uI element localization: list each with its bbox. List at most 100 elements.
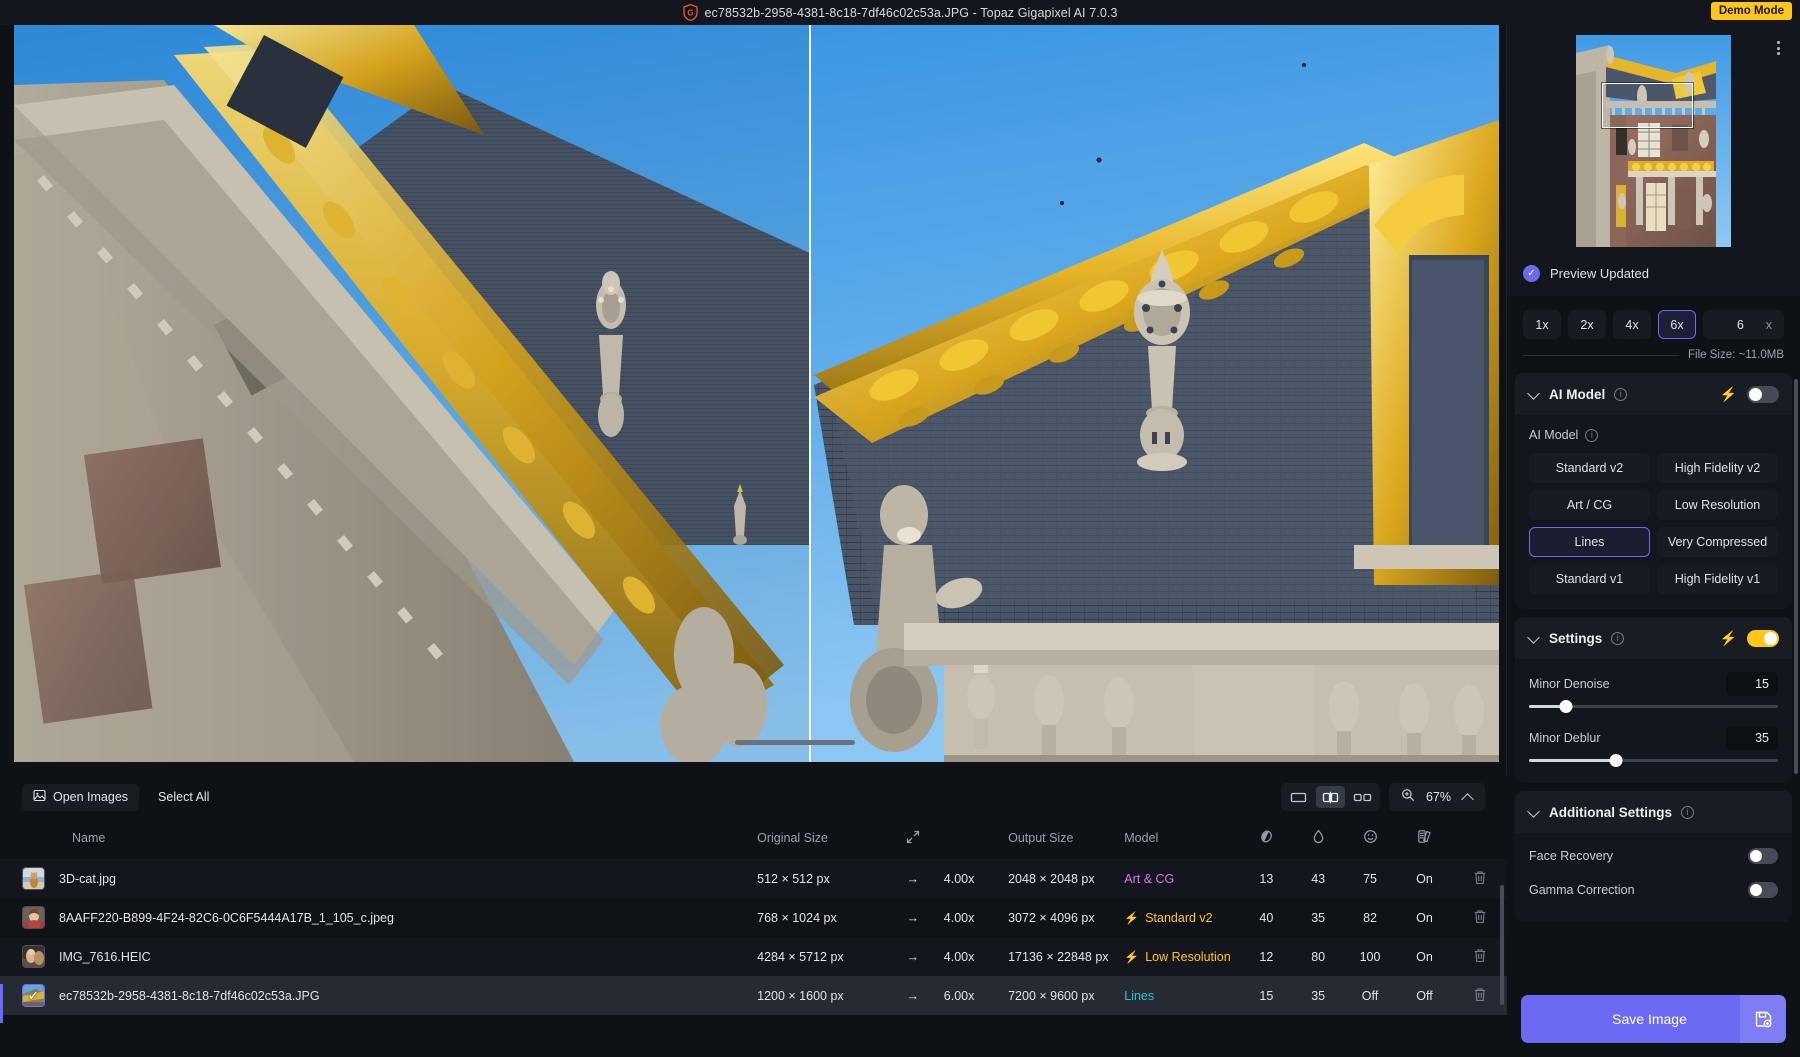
save-image-button[interactable]: Save Image <box>1521 995 1786 1043</box>
face-recovery-toggle[interactable] <box>1748 848 1778 864</box>
panel-scrollbar[interactable] <box>1794 379 1798 774</box>
gamma-cell[interactable]: On <box>1396 937 1453 976</box>
table-row[interactable]: 8AAFF220-B899-4F24-82C6-0C6F5444A17B_1_1… <box>0 898 1507 937</box>
open-images-button[interactable]: Open Images <box>22 784 139 811</box>
chevron-down-icon[interactable] <box>1528 388 1540 400</box>
face-recovery-icon[interactable] <box>1344 819 1396 859</box>
face-cell[interactable]: 82 <box>1344 898 1396 937</box>
gamma-cell[interactable]: Off <box>1396 976 1453 1015</box>
settings-section-header[interactable]: Settings i ⚡ <box>1515 617 1792 659</box>
lightning-bolt-icon: ⚡ <box>1720 631 1737 645</box>
denoise-cell[interactable]: 12 <box>1240 937 1292 976</box>
model-standard-v1[interactable]: Standard v1 <box>1529 564 1650 594</box>
ai-model-section-title: AI Model <box>1549 387 1605 402</box>
model-very-compressed[interactable]: Very Compressed <box>1657 527 1778 557</box>
scale-cell[interactable]: 4.00x <box>944 937 1008 976</box>
comparison-split-line[interactable] <box>809 25 811 762</box>
zoom-control[interactable]: 67% <box>1389 783 1485 811</box>
settings-auto-toggle[interactable] <box>1747 630 1779 647</box>
model-low-resolution[interactable]: Low Resolution <box>1657 490 1778 520</box>
model-cell[interactable]: ⚡ Low Resolution <box>1124 937 1240 976</box>
model-cell[interactable]: Art & CG <box>1124 859 1240 898</box>
col-header-original-size[interactable]: Original Size <box>757 819 881 859</box>
split-pane-icon[interactable] <box>1316 786 1345 808</box>
minor-denoise-slider[interactable] <box>1529 705 1778 708</box>
scale-option-6x[interactable]: 6x <box>1658 310 1696 339</box>
model-art-cg[interactable]: Art / CG <box>1529 490 1650 520</box>
save-as-icon[interactable] <box>1740 995 1786 1043</box>
chevron-down-icon[interactable] <box>1528 806 1540 818</box>
col-header-output-size[interactable]: Output Size <box>1008 819 1124 859</box>
minor-deblur-slider[interactable] <box>1529 759 1778 762</box>
original-size-cell: 768 × 1024 px <box>757 898 881 937</box>
trash-icon[interactable] <box>1453 976 1507 1015</box>
chevron-up-icon[interactable] <box>1462 792 1473 803</box>
single-pane-icon[interactable] <box>1284 786 1313 808</box>
region-of-interest-box[interactable] <box>1602 83 1693 128</box>
denoise-icon[interactable] <box>1240 819 1292 859</box>
scale-cell[interactable]: 4.00x <box>944 898 1008 937</box>
more-options-icon[interactable] <box>1770 39 1786 57</box>
face-cell[interactable]: 75 <box>1344 859 1396 898</box>
model-high-fidelity-v1[interactable]: High Fidelity v1 <box>1657 564 1778 594</box>
table-row[interactable]: ✓ ec78532b-2958-4381-8c18-7df46c02c53a.J… <box>0 976 1507 1015</box>
denoise-cell[interactable]: 40 <box>1240 898 1292 937</box>
model-label: Lines <box>1124 989 1154 1003</box>
model-cell[interactable]: ⚡ Standard v2 <box>1124 898 1240 937</box>
gamma-correction-toggle[interactable] <box>1748 882 1778 898</box>
deblur-cell[interactable]: 35 <box>1292 898 1344 937</box>
denoise-cell[interactable]: 13 <box>1240 859 1292 898</box>
model-cell[interactable]: Lines <box>1124 976 1240 1015</box>
image-preview-canvas[interactable] <box>14 25 1499 762</box>
model-lines[interactable]: Lines <box>1529 527 1650 557</box>
minor-denoise-value[interactable]: 15 <box>1726 672 1778 696</box>
deblur-cell[interactable]: 80 <box>1292 937 1344 976</box>
gamma-correction-icon[interactable] <box>1396 819 1453 859</box>
info-icon[interactable]: i <box>1614 388 1627 401</box>
col-header-name[interactable]: Name <box>0 819 757 859</box>
trash-icon[interactable] <box>1453 859 1507 898</box>
info-icon[interactable]: i <box>1611 632 1624 645</box>
table-row[interactable]: 3D-cat.jpg 512 × 512 px → 4.00x 2048 × 2… <box>0 859 1507 898</box>
face-cell[interactable]: 100 <box>1344 937 1396 976</box>
file-list-panel: Open Images Select All <box>0 775 1507 1057</box>
scale-option-1x[interactable]: 1x <box>1523 310 1561 339</box>
info-icon[interactable]: i <box>1681 806 1694 819</box>
deblur-cell[interactable]: 43 <box>1292 859 1344 898</box>
model-high-fidelity-v2[interactable]: High Fidelity v2 <box>1657 453 1778 483</box>
scale-cell[interactable]: 4.00x <box>944 859 1008 898</box>
file-name-cell[interactable]: 8AAFF220-B899-4F24-82C6-0C6F5444A17B_1_1… <box>0 898 757 937</box>
custom-scale-value: 6 <box>1715 318 1766 332</box>
custom-scale-input[interactable]: 6 x <box>1703 310 1784 339</box>
split-drag-handle[interactable] <box>735 740 855 745</box>
chevron-down-icon[interactable] <box>1528 632 1540 644</box>
scale-option-4x[interactable]: 4x <box>1613 310 1651 339</box>
info-icon[interactable]: i <box>1585 429 1598 442</box>
trash-icon[interactable] <box>1453 898 1507 937</box>
deblur-cell[interactable]: 35 <box>1292 976 1344 1015</box>
model-standard-v2[interactable]: Standard v2 <box>1529 453 1650 483</box>
scale-option-2x[interactable]: 2x <box>1568 310 1606 339</box>
deblur-droplet-icon[interactable] <box>1292 819 1344 859</box>
ai-model-auto-toggle[interactable] <box>1747 386 1779 403</box>
ai-model-section-header[interactable]: AI Model i ⚡ <box>1515 373 1792 415</box>
face-cell[interactable]: Off <box>1344 976 1396 1015</box>
file-list-scrollbar[interactable] <box>1500 885 1504 1005</box>
file-name-cell[interactable]: 3D-cat.jpg <box>0 859 757 898</box>
file-name-cell[interactable]: ✓ ec78532b-2958-4381-8c18-7df46c02c53a.J… <box>0 976 757 1015</box>
side-by-side-icon[interactable] <box>1348 786 1377 808</box>
additional-settings-header[interactable]: Additional Settings i <box>1515 791 1792 833</box>
denoise-cell[interactable]: 15 <box>1240 976 1292 1015</box>
file-name-cell[interactable]: IMG_7616.HEIC <box>0 937 757 976</box>
file-list-toolbar: Open Images Select All <box>0 775 1507 819</box>
minor-deblur-value[interactable]: 35 <box>1726 726 1778 750</box>
select-all-button[interactable]: Select All <box>147 784 220 811</box>
expand-arrow-icon[interactable] <box>882 819 944 859</box>
table-row[interactable]: IMG_7616.HEIC 4284 × 5712 px → 4.00x 171… <box>0 937 1507 976</box>
col-header-model[interactable]: Model <box>1124 819 1240 859</box>
gamma-cell[interactable]: On <box>1396 898 1453 937</box>
trash-icon[interactable] <box>1453 937 1507 976</box>
scale-cell[interactable]: 6.00x <box>944 976 1008 1015</box>
navigator-thumbnail[interactable] <box>1576 35 1731 247</box>
gamma-cell[interactable]: On <box>1396 859 1453 898</box>
